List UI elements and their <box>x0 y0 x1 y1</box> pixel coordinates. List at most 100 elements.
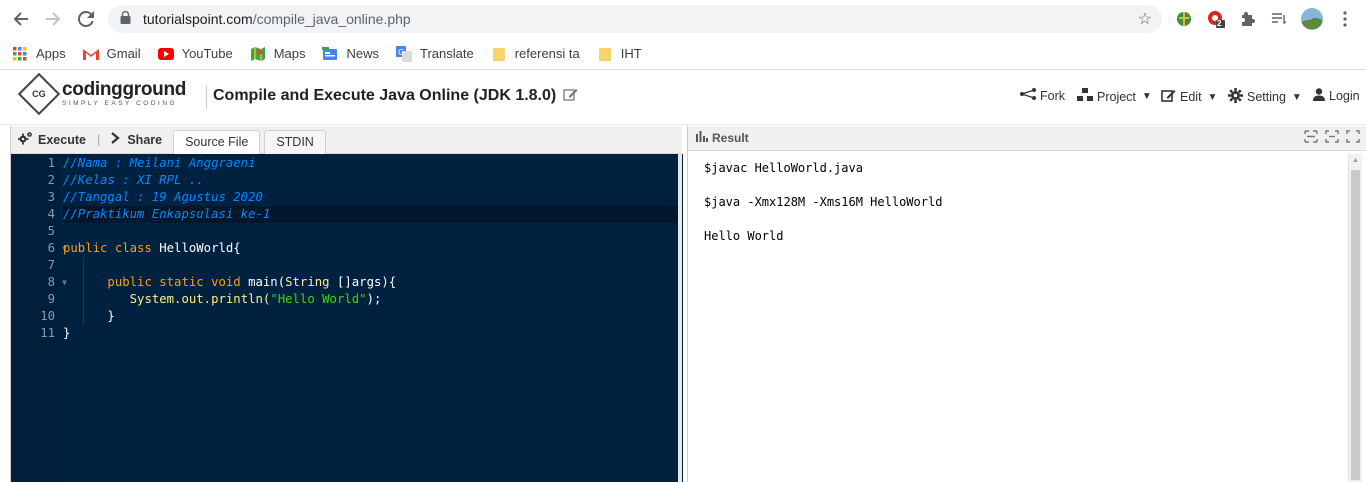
line-number: 5 <box>47 224 55 238</box>
reload-icon[interactable] <box>75 8 97 30</box>
code-line-active: //Praktikum Enkapsulasi ke-1 <box>63 206 683 223</box>
code-line: public static void main(String []args){ <box>63 274 683 291</box>
result-pane: Result $javac HelloWorld.java $java -Xmx… <box>687 126 1366 482</box>
reading-list-icon[interactable] <box>1268 8 1290 30</box>
gears-icon <box>17 131 33 148</box>
project-menu[interactable]: Project ▼ <box>1077 88 1152 105</box>
code-line: public class HelloWorld{ <box>63 240 683 257</box>
result-scrollbar[interactable]: ▲ <box>1348 154 1362 482</box>
code-line: } <box>63 325 683 342</box>
extension-globe-icon[interactable] <box>1173 8 1195 30</box>
expand-icon[interactable] <box>1346 130 1360 146</box>
bar-chart-icon <box>696 131 708 145</box>
code-identifier: System.out.println( <box>129 292 271 306</box>
editor-toolbar: Execute | Share Source File STDIN <box>11 126 682 154</box>
codingground-logo[interactable]: CG codingground SIMPLY EASY CODING <box>17 72 187 116</box>
edit-menu[interactable]: Edit ▼ <box>1161 88 1217 106</box>
logo-mark-icon: CG <box>17 72 61 116</box>
line-number: 7 <box>47 258 55 272</box>
bookmark-label: Apps <box>36 46 66 61</box>
browser-toolbar: tutorialspoint.com/compile_java_online.p… <box>0 0 1366 38</box>
editor-pane: Execute | Share Source File STDIN 1 2 3 … <box>10 126 683 482</box>
line-number: 8 <box>47 275 55 289</box>
scrollbar-thumb[interactable] <box>1351 170 1360 480</box>
folder-icon <box>491 46 507 62</box>
edit-icon <box>1161 88 1176 106</box>
login-label: Login <box>1329 89 1360 103</box>
back-icon[interactable] <box>10 8 32 30</box>
collapse-icon[interactable] <box>1304 130 1318 146</box>
bookmark-label: YouTube <box>181 46 233 61</box>
code-identifier: []args){ <box>329 275 397 289</box>
code-comment: //Kelas : XI RPL .. <box>63 173 204 187</box>
logo-tagline: SIMPLY EASY CODING <box>62 100 178 108</box>
scroll-up-arrow-icon[interactable]: ▲ <box>1349 154 1362 168</box>
bookmark-apps[interactable]: Apps <box>12 46 66 62</box>
extensions-puzzle-icon[interactable] <box>1237 8 1259 30</box>
gmail-icon <box>82 46 99 62</box>
bookmark-folder-iht[interactable]: IHT <box>597 46 642 62</box>
execute-button[interactable]: Execute <box>11 131 93 148</box>
bookmark-youtube[interactable]: YouTube <box>157 46 233 62</box>
line-number: 9 <box>47 292 55 306</box>
news-icon <box>322 46 338 62</box>
translate-icon: G <box>396 45 412 62</box>
caret-down-icon: ▼ <box>1207 91 1218 103</box>
line-number: 3 <box>47 190 55 204</box>
output-line: $java -Xmx128M -Xms16M HelloWorld <box>704 195 943 209</box>
line-number: 4 <box>47 207 55 221</box>
folder-icon <box>597 46 613 62</box>
tab-stdin[interactable]: STDIN <box>264 129 326 154</box>
bookmark-maps[interactable]: Maps <box>250 46 306 62</box>
extension-opera-icon[interactable]: 2 <box>1205 8 1227 30</box>
code-comment: //Tanggal : 19 Agustus 2020 <box>63 190 263 204</box>
code-brace: } <box>107 309 115 323</box>
header-divider <box>206 85 207 109</box>
svg-text:G: G <box>398 48 404 57</box>
bookmark-translate[interactable]: G Translate <box>396 45 474 62</box>
fork-button[interactable]: Fork <box>1020 88 1065 103</box>
login-button[interactable]: Login <box>1313 88 1360 104</box>
code-line: //Tanggal : 19 Agustus 2020 <box>63 189 683 206</box>
bookmark-label: Maps <box>273 46 306 61</box>
code-editor[interactable]: 1 2 3 4 5 6 ▼ 7 8 ▼ 9 10 11 //Nama : Meila… <box>11 154 683 482</box>
project-icon <box>1077 88 1093 105</box>
edit-title-icon[interactable] <box>563 87 578 106</box>
line-number-fold[interactable]: 6 ▼ <box>11 240 67 257</box>
extension-badge: 2 <box>1217 19 1222 28</box>
forward-icon[interactable] <box>42 8 64 30</box>
code-identifier: ); <box>366 292 382 306</box>
tab-source-file[interactable]: Source File <box>173 129 261 154</box>
code-string: "Hello World" <box>270 292 367 306</box>
restore-icon[interactable] <box>1325 130 1339 146</box>
result-output: $javac HelloWorld.java $java -Xmx128M -X… <box>688 154 1348 245</box>
code-line: System.out.println("Hello World"); <box>63 291 683 308</box>
code-line: } <box>63 308 683 325</box>
setting-menu[interactable]: Setting ▼ <box>1228 88 1302 106</box>
gear-icon <box>1228 88 1243 106</box>
bookmark-gmail[interactable]: Gmail <box>82 46 141 62</box>
terminal-prompt-icon <box>111 132 122 147</box>
execute-label: Execute <box>38 132 86 147</box>
address-bar[interactable]: tutorialspoint.com/compile_java_online.p… <box>108 5 1162 33</box>
logo-text: codingground <box>62 79 187 101</box>
bookmark-label: referensi ta <box>514 46 580 61</box>
editor-scrollbar[interactable] <box>678 154 682 482</box>
output-line: $javac HelloWorld.java <box>704 161 863 175</box>
site-header: CG codingground SIMPLY EASY CODING Compi… <box>0 71 1366 125</box>
profile-avatar[interactable] <box>1300 7 1324 31</box>
code-lines[interactable]: //Nama : Meilani Anggraeni //Kelas : XI … <box>59 154 683 482</box>
user-icon <box>1313 88 1325 104</box>
output-line: Hello World <box>704 229 784 243</box>
chrome-menu-icon[interactable] <box>1334 8 1356 30</box>
line-number: 10 <box>40 309 55 323</box>
bookmark-news[interactable]: News <box>322 46 379 62</box>
line-number-fold[interactable]: 8 ▼ <box>11 274 67 291</box>
bookmark-star-icon[interactable]: ☆ <box>1138 9 1152 29</box>
share-button[interactable]: Share <box>104 132 169 147</box>
code-identifier: main( <box>248 275 286 289</box>
bookmark-folder-referensi[interactable]: referensi ta <box>491 46 580 62</box>
maps-icon <box>250 46 266 62</box>
